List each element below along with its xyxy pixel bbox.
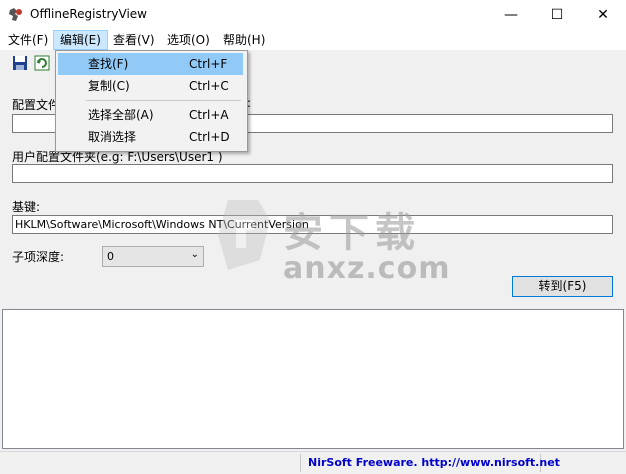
minimize-button[interactable]: — — [488, 0, 534, 30]
subkey-depth-select[interactable]: 0 ⌄ — [102, 246, 204, 267]
status-divider — [300, 454, 301, 472]
results-list[interactable] — [2, 309, 624, 449]
menu-item-find[interactable]: 查找(F) Ctrl+F — [58, 53, 243, 75]
refresh-icon[interactable] — [34, 55, 50, 71]
nirsoft-link[interactable]: NirSoft Freeware. http://www.nirsoft.net — [308, 456, 560, 469]
menu-item-shortcut: Ctrl+F — [189, 57, 228, 71]
edit-menu-dropdown: 查找(F) Ctrl+F 复制(C) Ctrl+C 选择全部(A) Ctrl+A… — [55, 50, 248, 152]
menu-separator — [86, 100, 241, 101]
menu-item-copy[interactable]: 复制(C) Ctrl+C — [58, 75, 243, 97]
user-profile-input[interactable] — [12, 164, 613, 183]
watermark-text-cn: 安下载 — [283, 210, 421, 256]
menu-item-label: 取消选择 — [88, 130, 137, 144]
menu-item-label: 复制(C) — [88, 79, 130, 93]
subkey-depth-value: 0 — [107, 250, 114, 263]
chevron-down-icon: ⌄ — [190, 249, 199, 260]
maximize-button[interactable]: ☐ — [534, 0, 580, 30]
window-title: OfflineRegistryView — [30, 7, 147, 21]
menu-help[interactable]: 帮助(H) — [217, 31, 271, 49]
menu-item-shortcut: Ctrl+C — [189, 79, 229, 93]
menu-item-select-all[interactable]: 选择全部(A) Ctrl+A — [58, 104, 243, 126]
menu-item-shortcut: Ctrl+D — [189, 130, 230, 144]
config-file-label: 配置文件 — [12, 98, 61, 112]
go-button[interactable]: 转到(F5) — [512, 276, 613, 297]
menu-file[interactable]: 文件(F) — [2, 31, 54, 49]
menu-view[interactable]: 查看(V) — [107, 31, 161, 49]
app-icon — [9, 8, 22, 21]
menu-edit[interactable]: 编辑(E) — [53, 30, 108, 50]
menu-item-label: 查找(F) — [88, 57, 129, 71]
menu-item-shortcut: Ctrl+A — [189, 108, 229, 122]
base-key-label: 基键: — [12, 200, 41, 214]
menu-bar: 文件(F) 编辑(E) 查看(V) 选项(O) 帮助(H) — [0, 30, 626, 50]
watermark-text-en: anxz.com — [283, 251, 451, 286]
menu-options[interactable]: 选项(O) — [161, 31, 216, 49]
menu-item-deselect[interactable]: 取消选择 Ctrl+D — [58, 126, 243, 148]
status-bar: NirSoft Freeware. http://www.nirsoft.net — [0, 451, 626, 474]
save-icon[interactable] — [12, 55, 28, 71]
title-bar: OfflineRegistryView — ☐ ✕ — [0, 0, 626, 30]
subkey-depth-label: 子项深度: — [12, 250, 65, 264]
close-button[interactable]: ✕ — [580, 0, 626, 30]
menu-item-label: 选择全部(A) — [88, 108, 154, 122]
